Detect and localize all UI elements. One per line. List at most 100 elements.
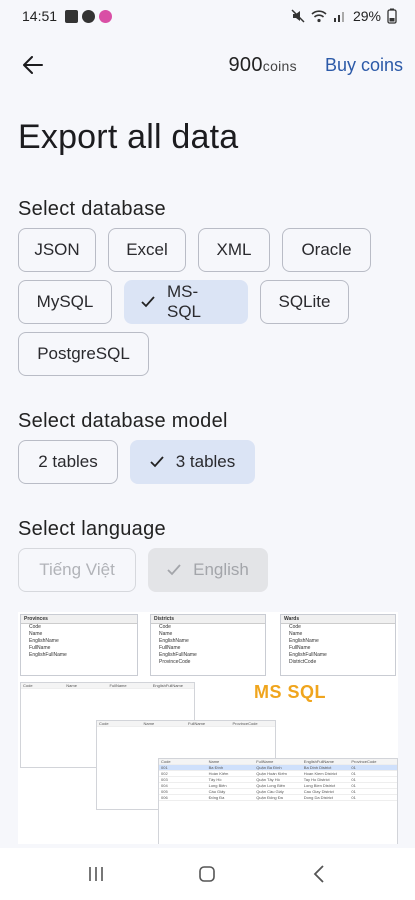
grid-cell: Quận Hoàn Kiếm [256,771,287,776]
arrow-left-icon [23,56,43,74]
grid-header-cell: ProvinceCode [351,759,377,764]
table-field: FullName [29,645,51,651]
table-field: EnglishName [159,638,189,644]
wards-table: Wards Code Name EnglishName FullName Eng… [280,614,396,676]
grid-cell: Cầu Giấy [208,789,226,794]
grid-cell: 01 [351,765,356,770]
table-field: EnglishFullName [29,652,67,658]
chip-label: 2 tables [38,452,98,471]
grid-header-row: Code Name FullName ProvinceCode [97,721,275,727]
grid-cell: Ba Dinh District [303,765,332,770]
grid-cell: 01 [351,795,356,800]
chip-oracle[interactable]: Oracle [282,228,371,272]
grid-cell: Hoan Kiem District [303,771,337,776]
status-time: 14:51 [22,8,58,24]
grid-header-cell: Code [99,721,109,726]
grid-cell: Ba Đình [208,765,224,770]
grid-cell: Quận Ba Đình [256,765,282,770]
chip-label: XML [216,240,252,259]
chevron-left-icon [313,865,324,883]
chip-ms-sql[interactable]: MS-SQL [124,280,248,324]
coins-value: 900 [228,53,263,76]
chip-label: Oracle [301,240,352,259]
coins-unit: coins [262,57,297,74]
gallery-icon [65,9,79,23]
home-button[interactable] [187,854,227,894]
chip-label: PostgreSQL [37,344,130,363]
language-chip-group: Tiếng Việt English [18,548,403,592]
grid-header-cell: Name [143,721,155,726]
grid-cell: Quận Long Biên [256,783,286,788]
table-title: Districts [151,615,265,624]
chip-label: MySQL [36,292,94,311]
table-field: FullName [159,645,181,651]
table-field: Name [159,631,173,637]
table-field: Code [159,624,171,630]
grid-header-cell: Code [23,683,33,688]
preview-image: Provinces Code Name EnglishName FullName… [18,612,398,844]
battery-percent: 29% [352,8,381,24]
grid-cell: Dong Da District [303,795,333,800]
grid-cell: 006 [161,795,168,800]
grid-cell: Hoàn Kiếm [208,771,229,776]
grid-cell: 01 [351,771,356,776]
grid-header-cell: Name [208,759,220,764]
chip-sqlite[interactable]: SQLite [260,280,349,324]
table-field: Code [29,624,41,630]
grid-header-cell: ProvinceCode [232,721,258,726]
chip-mysql[interactable]: MySQL [18,280,112,324]
recent-apps-button[interactable] [76,854,116,894]
chip-label: JSON [34,240,80,259]
ms-sql-badge: MS SQL [254,682,327,702]
system-back-button[interactable] [299,854,339,894]
table-field: Name [289,631,303,637]
grid-cell: 01 [351,789,356,794]
grid-cell: Quận Cầu Giấy [256,789,284,794]
grid-header-cell: Code [161,759,171,764]
grid-header-cell: FullName [109,683,127,688]
grid-cell: Long Bien District [303,783,336,788]
grid-cell: 002 [161,771,168,776]
check-icon [150,456,164,468]
grid-cell: Đống Đa [208,795,225,800]
table-title: Wards [281,615,395,624]
chip-label: Excel [126,240,168,259]
grid-cell: 005 [161,789,168,794]
chip-xml[interactable]: XML [198,228,270,272]
recent-apps-icon [89,867,103,881]
grid-cell: 01 [351,777,356,782]
chip-label: Tiếng Việt [39,560,115,579]
battery-icon [387,8,397,24]
chip-json[interactable]: JSON [18,228,96,272]
table-field: Name [29,631,43,637]
grid-cell: Quận Tây Hồ [256,777,280,782]
grid-cell: Long Biên [208,783,227,788]
messenger-icon [82,9,96,23]
back-button[interactable] [20,52,46,78]
table-title: Provinces [21,615,137,624]
buy-coins-button[interactable]: Buy coins [325,55,403,76]
chip-3-tables[interactable]: 3 tables [130,440,255,484]
signal-icon [333,12,344,22]
chip-2-tables[interactable]: 2 tables [18,440,118,484]
chip-tieng-viet[interactable]: Tiếng Việt [18,548,136,592]
app-icon [99,9,113,23]
table-row: 006 Đống Đa Quận Đống Đa Dong Da Distric… [159,795,397,801]
model-chip-group: 2 tables 3 tables [18,440,403,484]
table-field: DistrictCode [289,659,317,665]
table-field: ProvinceCode [159,659,191,665]
chip-postgresql[interactable]: PostgreSQL [18,332,149,376]
grid-header-cell: EnglishFullName [152,683,183,688]
chip-excel[interactable]: Excel [108,228,186,272]
wifi-icon [311,10,327,23]
page-title: Export all data [18,118,239,156]
grid-header-cell: FullName [256,759,274,764]
grid-cell: Cau Giay District [303,789,334,794]
system-nav-bar [0,848,415,900]
select-model-label: Select database model [18,410,228,432]
grid-cell: 001 [161,765,168,770]
grid-header-cell: FullName [188,721,206,726]
check-icon [167,564,181,576]
chip-english[interactable]: English [148,548,268,592]
districts-table: Districts Code Name EnglishName FullName… [150,614,266,676]
